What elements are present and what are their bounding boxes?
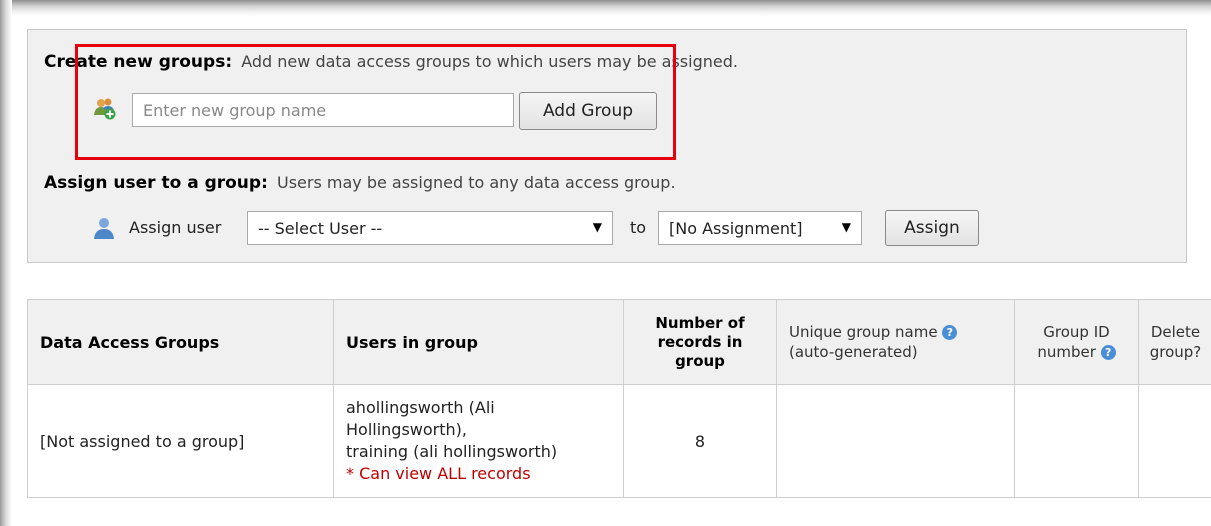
select-group-dropdown[interactable]: [No Assignment] ▼ — [658, 211, 862, 245]
assign-user-label: Assign user — [129, 218, 222, 237]
header-unique-line-2: (auto-generated) — [789, 343, 918, 361]
header-records-line-3: group — [675, 351, 725, 370]
group-name-cell: [Not assigned to a group] — [27, 384, 334, 498]
header-data-access-groups: Data Access Groups — [27, 299, 334, 385]
assign-user-line: Assign user to a group: Users may be ass… — [44, 173, 676, 193]
help-icon[interactable]: ? — [1100, 345, 1116, 360]
highlight-annotation-box — [75, 44, 676, 160]
header-unique-line-1: Unique group name — [789, 323, 938, 341]
table-header-row: Data Access Groups Users in group Number… — [27, 299, 1211, 385]
users-line-3: training (ali hollingsworth) — [346, 442, 558, 461]
header-delete-line-2: group? — [1149, 343, 1202, 361]
select-user-value: -- Select User -- — [258, 218, 383, 238]
dropdown-arrow-icon: ▼ — [592, 220, 602, 234]
users-line-1: ahollingsworth (Ali — [346, 398, 495, 417]
dropdown-arrow-icon: ▼ — [841, 220, 851, 234]
records-count-cell: 8 — [623, 384, 777, 498]
header-number-of-records: Number of records in group — [623, 299, 777, 385]
select-group-value: [No Assignment] — [669, 218, 803, 238]
data-access-groups-table: Data Access Groups Users in group Number… — [27, 299, 1211, 498]
header-group-id-number: Group ID number ? — [1014, 299, 1139, 385]
header-gid-line-2: number — [1037, 343, 1096, 361]
assign-user-description: Users may be assigned to any data access… — [276, 173, 676, 192]
header-delete-line-1: Delete — [1150, 323, 1201, 341]
delete-group-cell — [1138, 384, 1211, 498]
help-icon[interactable]: ? — [942, 325, 958, 340]
table-row: [Not assigned to a group] ahollingsworth… — [27, 384, 1211, 498]
header-records-line-2: records in — [657, 332, 743, 351]
unique-group-name-cell — [776, 384, 1015, 498]
header-unique-group-name: Unique group name ? (auto-generated) — [776, 299, 1015, 385]
users-in-group-cell: ahollingsworth (Ali Hollingsworth), trai… — [333, 384, 624, 498]
window-shadow-top — [0, 0, 1211, 16]
header-delete-group: Delete group? — [1138, 299, 1211, 385]
group-id-cell — [1014, 384, 1139, 498]
select-user-dropdown[interactable]: -- Select User -- ▼ — [247, 211, 613, 245]
window-shadow-left — [0, 0, 12, 526]
header-gid-line-1: Group ID — [1043, 323, 1110, 341]
header-records-line-1: Number of — [655, 313, 745, 332]
assign-button[interactable]: Assign — [885, 210, 979, 246]
header-users-in-group: Users in group — [333, 299, 624, 385]
to-label: to — [630, 218, 647, 237]
user-icon — [94, 218, 114, 239]
assign-user-heading: Assign user to a group: — [44, 173, 268, 193]
view-all-records-note: * Can view ALL records — [346, 464, 531, 483]
users-line-2: Hollingsworth), — [346, 420, 467, 439]
